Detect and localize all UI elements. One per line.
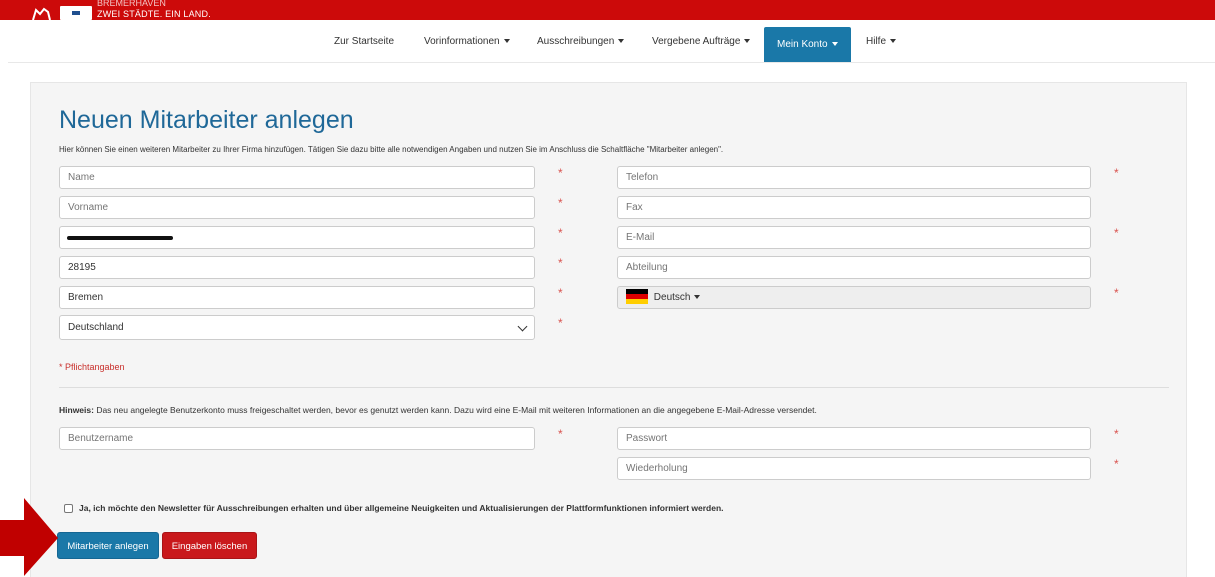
nav-mein-konto[interactable]: Mein Konto <box>764 27 851 63</box>
arrow-right-icon <box>0 498 58 576</box>
caret-down-icon <box>618 39 625 44</box>
required-mark: * <box>1114 226 1119 240</box>
nav-startseite[interactable]: Zur Startseite <box>334 20 394 60</box>
mitarbeiter-anlegen-button[interactable]: Mitarbeiter anlegen <box>57 532 159 559</box>
caret-down-icon <box>694 295 701 300</box>
nav-vorinformationen-label: Vorinformationen <box>424 36 500 47</box>
bremerhaven-logo-icon[interactable] <box>60 6 92 20</box>
required-mark: * <box>558 256 563 270</box>
language-label: Deutsch <box>653 292 691 303</box>
hint-body: Das neu angelegte Benutzerkonto muss fre… <box>93 405 817 415</box>
required-mark: * <box>558 427 563 441</box>
slogan-top: BREMERHAVEN <box>97 0 166 8</box>
bremen-logo-icon[interactable] <box>30 6 52 20</box>
required-note: * Pflichtangaben <box>59 362 125 372</box>
telefon-input[interactable] <box>617 166 1091 189</box>
required-mark: * <box>1114 427 1119 441</box>
fax-input[interactable] <box>617 196 1091 219</box>
nav-ausschreibungen-label: Ausschreibungen <box>537 36 615 47</box>
caret-down-icon <box>890 39 897 44</box>
top-banner: BREMERHAVEN ZWEI STÄDTE. EIN LAND. <box>0 0 1215 20</box>
abteilung-input[interactable] <box>617 256 1091 279</box>
hint-label: Hinweis: <box>59 405 94 415</box>
required-mark: * <box>558 316 563 330</box>
land-selected: Deutschland <box>68 322 124 333</box>
chevron-down-icon <box>517 321 528 332</box>
section-divider <box>59 387 1169 388</box>
main-nav: Zur Startseite Vorinformationen Ausschre… <box>0 20 1215 63</box>
hint-text: Hinweis: Das neu angelegte Benutzerkonto… <box>59 405 817 415</box>
caret-down-icon <box>503 39 510 44</box>
nav-vorinformationen[interactable]: Vorinformationen <box>424 20 510 60</box>
nav-ausschreibungen[interactable]: Ausschreibungen <box>537 20 625 60</box>
ort-input[interactable]: Bremen <box>59 286 535 309</box>
nav-vergebene-auftraege-label: Vergebene Aufträge <box>652 36 741 47</box>
plz-input[interactable]: 28195 <box>59 256 535 279</box>
page-intro: Hier können Sie einen weiteren Mitarbeit… <box>59 145 724 154</box>
slogan: ZWEI STÄDTE. EIN LAND. <box>97 9 211 19</box>
passwort-input[interactable] <box>617 427 1091 450</box>
email-input[interactable] <box>617 226 1091 249</box>
wiederholung-input[interactable] <box>617 457 1091 480</box>
nav-vergebene-auftraege[interactable]: Vergebene Aufträge <box>652 20 751 60</box>
ort-value: Bremen <box>68 292 104 303</box>
street-input[interactable] <box>59 226 535 249</box>
plz-value: 28195 <box>68 262 96 273</box>
caret-down-icon <box>744 39 751 44</box>
required-mark: * <box>1114 286 1119 300</box>
newsletter-label[interactable]: Ja, ich möchte den Newsletter für Aussch… <box>79 503 724 513</box>
newsletter-checkbox[interactable] <box>64 504 73 513</box>
required-mark: * <box>1114 166 1119 180</box>
page-title: Neuen Mitarbeiter anlegen <box>59 106 354 134</box>
required-mark: * <box>558 196 563 210</box>
eingaben-loeschen-button[interactable]: Eingaben löschen <box>162 532 257 559</box>
caret-down-icon <box>831 42 838 47</box>
language-dropdown[interactable]: Deutsch <box>617 286 1091 309</box>
nav-hilfe-label: Hilfe <box>866 36 887 47</box>
nav-startseite-label: Zur Startseite <box>334 36 395 47</box>
nav-mein-konto-label: Mein Konto <box>777 39 828 50</box>
german-flag-icon <box>626 288 648 304</box>
benutzername-input[interactable] <box>59 427 535 450</box>
nav-hilfe[interactable]: Hilfe <box>866 20 897 60</box>
required-mark: * <box>558 286 563 300</box>
nav-divider <box>8 62 1215 63</box>
required-mark: * <box>558 166 563 180</box>
name-input[interactable] <box>59 166 535 189</box>
required-mark: * <box>1114 457 1119 471</box>
redacted-scribble <box>67 236 173 240</box>
vorname-input[interactable] <box>59 196 535 219</box>
required-mark: * <box>558 226 563 240</box>
land-select[interactable]: Deutschland <box>59 315 535 340</box>
